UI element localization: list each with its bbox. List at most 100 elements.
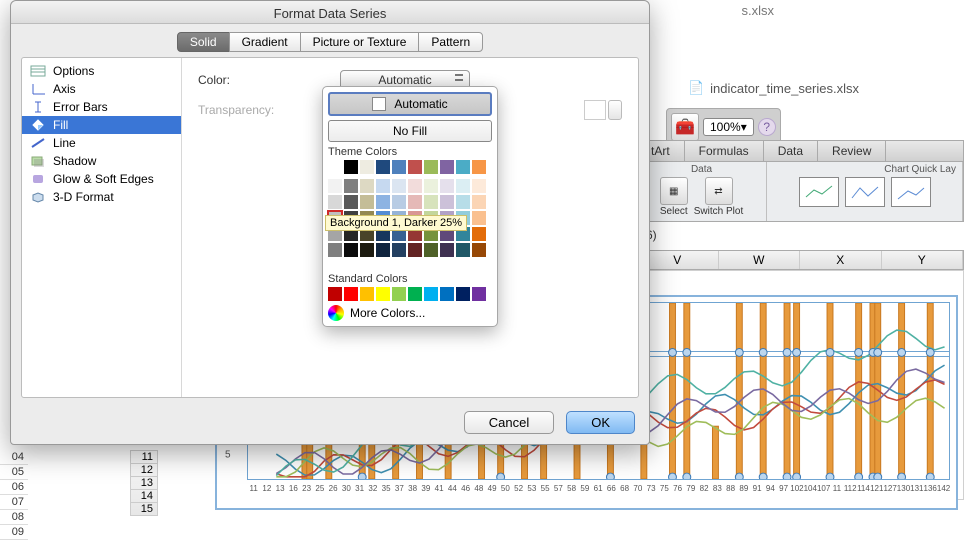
theme-swatch[interactable] <box>360 195 374 209</box>
side-item-axis[interactable]: Axis <box>22 80 181 98</box>
ok-button[interactable]: OK <box>566 411 635 434</box>
theme-swatch[interactable] <box>392 243 406 257</box>
theme-swatch[interactable] <box>408 243 422 257</box>
theme-swatch[interactable] <box>424 195 438 209</box>
theme-swatch[interactable] <box>344 179 358 193</box>
theme-swatch[interactable] <box>440 160 454 174</box>
standard-swatch[interactable] <box>392 287 406 301</box>
automatic-option[interactable]: Automatic <box>328 92 492 116</box>
row-num[interactable]: 11 <box>130 450 158 464</box>
chart-layout-3[interactable] <box>891 177 931 207</box>
standard-swatch[interactable] <box>472 287 486 301</box>
theme-swatch[interactable] <box>456 160 470 174</box>
theme-swatch[interactable] <box>408 195 422 209</box>
select-button[interactable]: ▦ <box>660 177 688 205</box>
tab-gradient[interactable]: Gradient <box>229 32 301 52</box>
tab-picture-texture[interactable]: Picture or Texture <box>300 32 420 52</box>
row-num[interactable]: 07 <box>0 495 28 510</box>
col-y[interactable]: Y <box>882 251 964 269</box>
theme-swatch[interactable] <box>472 227 486 241</box>
theme-swatch[interactable] <box>472 211 486 225</box>
theme-swatch[interactable] <box>376 195 390 209</box>
side-item-shadow[interactable]: Shadow <box>22 152 181 170</box>
row-num[interactable]: 15 <box>130 502 158 516</box>
theme-swatch[interactable] <box>328 195 342 209</box>
standard-swatch[interactable] <box>408 287 422 301</box>
standard-swatch[interactable] <box>424 287 438 301</box>
toolbox-icon[interactable]: 🧰 <box>671 113 699 141</box>
theme-swatch[interactable] <box>440 195 454 209</box>
theme-swatch[interactable] <box>392 160 406 174</box>
tab-data[interactable]: Data <box>764 141 818 161</box>
standard-swatch[interactable] <box>360 287 374 301</box>
x-tick: 23 <box>300 484 313 500</box>
theme-swatch[interactable] <box>440 243 454 257</box>
row-num[interactable]: 14 <box>130 489 158 503</box>
zoom-dropdown[interactable]: 100% ▾ <box>703 118 754 136</box>
theme-swatch[interactable] <box>408 179 422 193</box>
more-colors-option[interactable]: More Colors... <box>328 305 492 321</box>
theme-swatch[interactable] <box>376 160 390 174</box>
theme-swatch[interactable] <box>424 243 438 257</box>
row-num[interactable]: 04 <box>0 450 28 465</box>
theme-swatch[interactable] <box>408 160 422 174</box>
side-item-fill[interactable]: Fill <box>22 116 181 134</box>
theme-swatch[interactable] <box>344 160 358 174</box>
tab-pattern[interactable]: Pattern <box>418 32 483 52</box>
standard-swatch[interactable] <box>328 287 342 301</box>
chart-layout-1[interactable] <box>799 177 839 207</box>
theme-swatch[interactable] <box>456 179 470 193</box>
tab-review[interactable]: Review <box>818 141 886 161</box>
theme-swatch[interactable] <box>328 243 342 257</box>
theme-swatch[interactable] <box>376 179 390 193</box>
theme-swatch[interactable] <box>472 160 486 174</box>
theme-swatch[interactable] <box>472 195 486 209</box>
theme-swatch[interactable] <box>392 195 406 209</box>
theme-swatch[interactable] <box>328 179 342 193</box>
x-axis-labels: 1112131623252630313235373839414446484950… <box>247 484 950 500</box>
side-item-options[interactable]: Options <box>22 62 181 80</box>
help-icon[interactable]: ? <box>758 118 776 136</box>
standard-swatch[interactable] <box>344 287 358 301</box>
theme-swatch[interactable] <box>344 195 358 209</box>
theme-swatch[interactable] <box>328 160 342 174</box>
side-item-error-bars[interactable]: Error Bars <box>22 98 181 116</box>
row-num[interactable]: 12 <box>130 463 158 477</box>
row-num[interactable]: 05 <box>0 465 28 480</box>
tab-formulas[interactable]: Formulas <box>685 141 764 161</box>
side-item-glow-soft-edges[interactable]: Glow & Soft Edges <box>22 170 181 188</box>
row-num[interactable]: 06 <box>0 480 28 495</box>
standard-swatch[interactable] <box>376 287 390 301</box>
theme-swatch[interactable] <box>456 195 470 209</box>
side-item-line[interactable]: Line <box>22 134 181 152</box>
workbook-title: 📄 indicator_time_series.xlsx <box>688 80 859 96</box>
theme-swatch[interactable] <box>440 179 454 193</box>
row-num[interactable]: 08 <box>0 510 28 525</box>
tab-solid[interactable]: Solid <box>177 32 230 52</box>
theme-swatch[interactable] <box>456 243 470 257</box>
theme-swatch[interactable] <box>344 243 358 257</box>
row-num[interactable]: 13 <box>130 476 158 490</box>
col-x[interactable]: X <box>800 251 882 269</box>
theme-swatch[interactable] <box>472 243 486 257</box>
switch-plot-button[interactable]: ⇄ <box>705 177 733 205</box>
theme-swatch[interactable] <box>360 243 374 257</box>
standard-swatch[interactable] <box>440 287 454 301</box>
theme-swatch[interactable] <box>424 179 438 193</box>
theme-swatch[interactable] <box>424 160 438 174</box>
theme-swatch[interactable] <box>392 179 406 193</box>
cancel-button[interactable]: Cancel <box>464 411 554 434</box>
transparency-field[interactable] <box>584 100 606 120</box>
transparency-stepper[interactable] <box>608 100 622 120</box>
x-tick: 44 <box>446 484 459 500</box>
side-item-3-d-format[interactable]: 3-D Format <box>22 188 181 206</box>
theme-swatch[interactable] <box>360 160 374 174</box>
theme-swatch[interactable] <box>360 179 374 193</box>
theme-swatch[interactable] <box>472 179 486 193</box>
standard-swatch[interactable] <box>456 287 470 301</box>
theme-swatch[interactable] <box>376 243 390 257</box>
chart-layout-2[interactable] <box>845 177 885 207</box>
x-tick: 48 <box>472 484 485 500</box>
no-fill-option[interactable]: No Fill <box>328 120 492 142</box>
col-w[interactable]: W <box>719 251 801 269</box>
